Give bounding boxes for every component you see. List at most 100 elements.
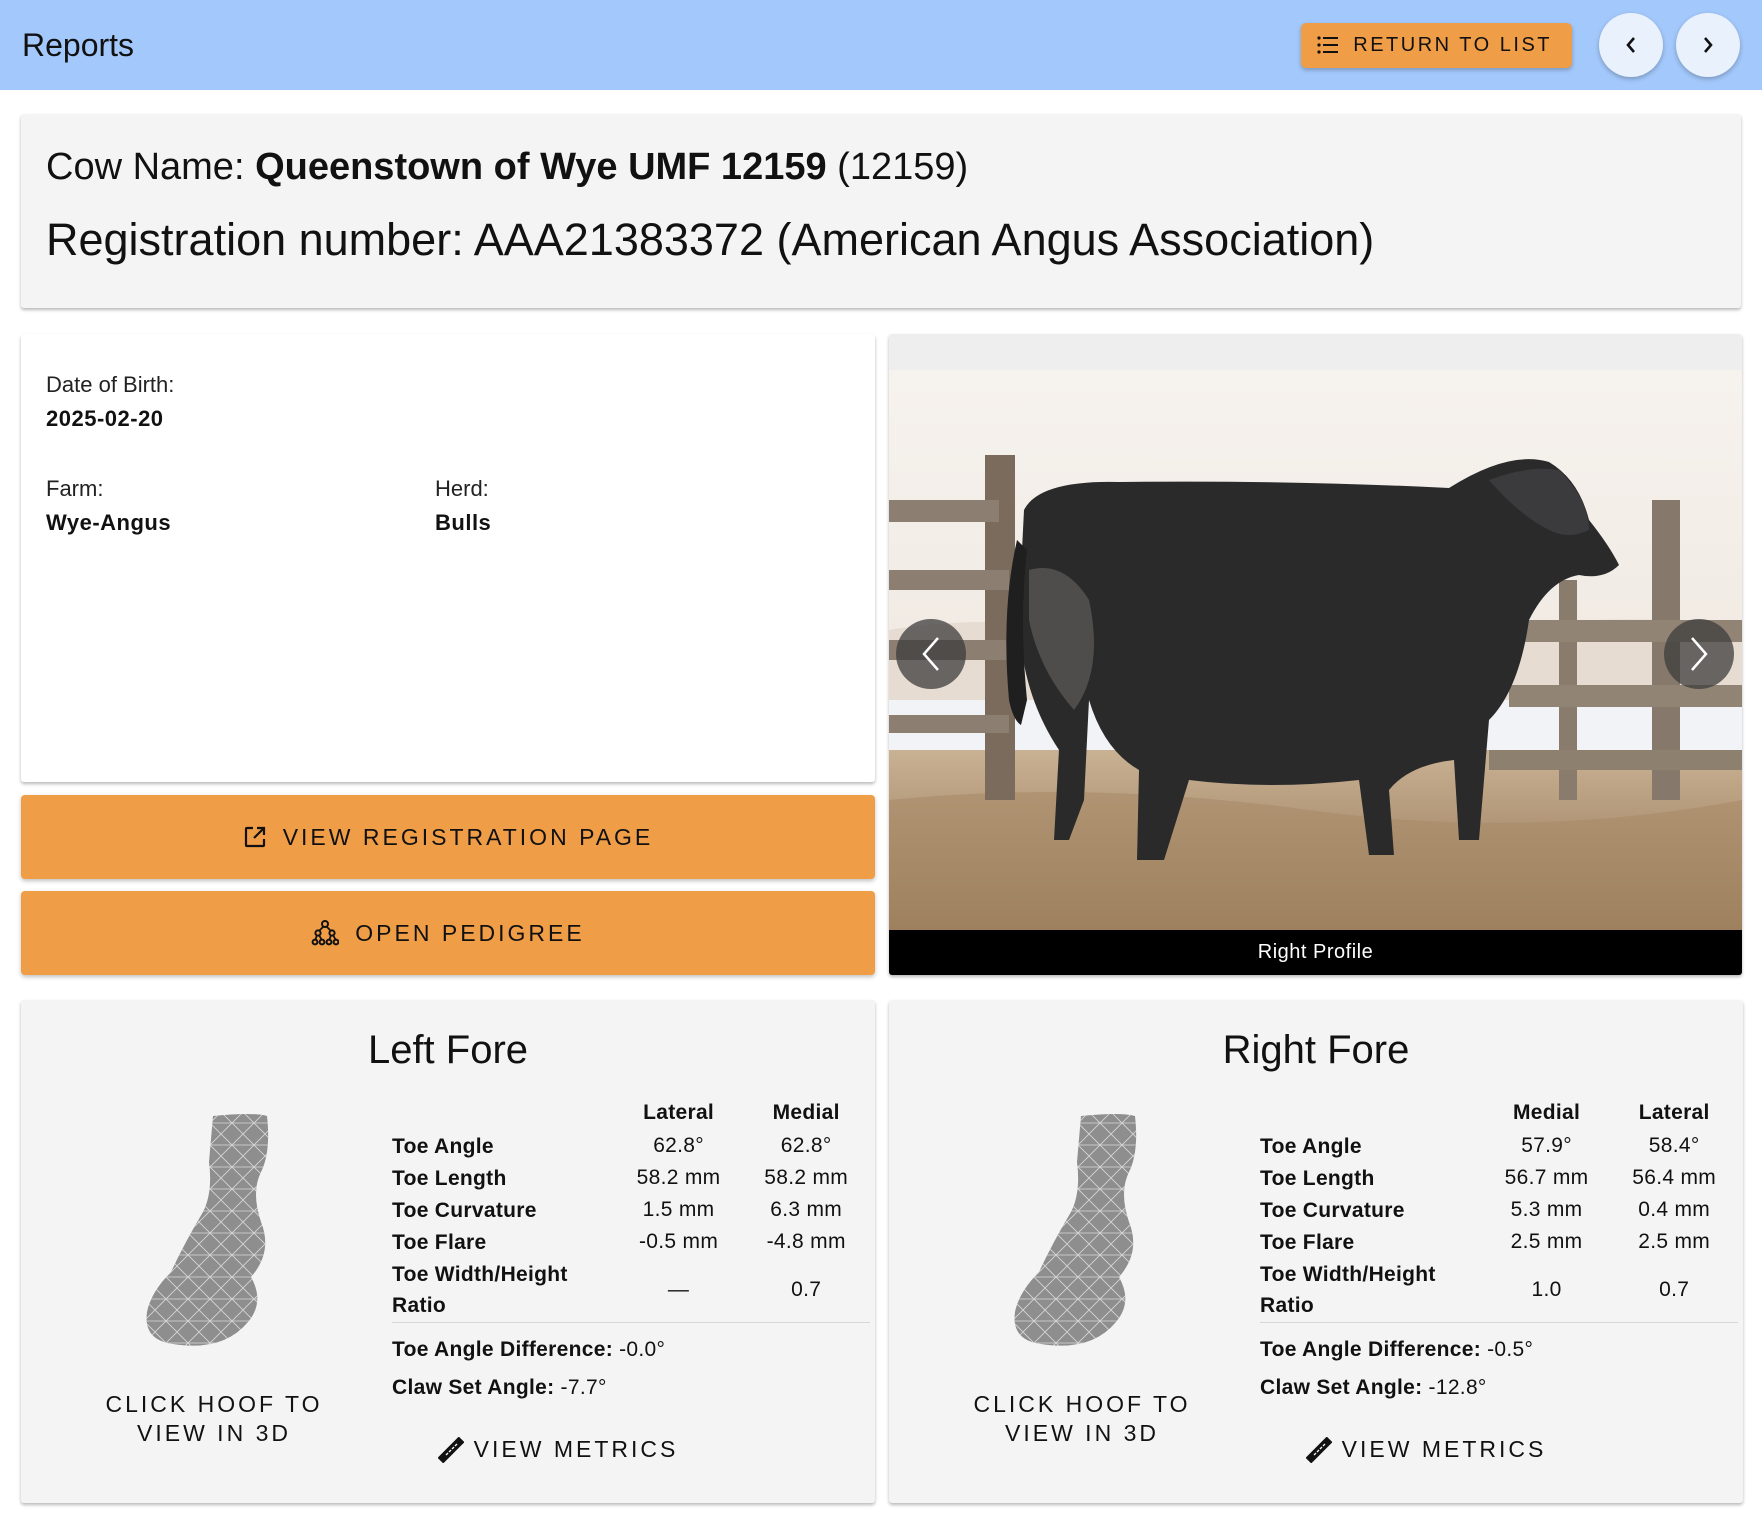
metric-value: 58.2 mm xyxy=(636,1166,721,1189)
carousel-prev-button[interactable] xyxy=(896,619,966,689)
chevron-left-icon xyxy=(1626,37,1635,53)
farm-label: Farm: xyxy=(46,476,104,501)
photo-carousel: Right Profile xyxy=(889,334,1742,975)
registration-number: Registration number: AAA21383372 (Americ… xyxy=(46,214,1375,265)
hoof-title: Right Fore xyxy=(1222,1028,1410,1072)
claw-set-angle-label: Claw Set Angle: xyxy=(392,1376,555,1399)
claw-set-angle: Claw Set Angle: -12.8° xyxy=(1260,1376,1487,1400)
metric-value: 6.3 mm xyxy=(770,1198,843,1221)
metric-label: Toe Angle xyxy=(392,1134,494,1158)
metric-value: 56.7 mm xyxy=(1504,1166,1589,1189)
chevron-right-icon xyxy=(1704,37,1713,53)
cow-name-prefix: Cow Name: xyxy=(46,146,256,188)
metric-value: 2.5 mm xyxy=(1510,1230,1583,1253)
column-header: Medial xyxy=(772,1101,840,1124)
family-tree-icon xyxy=(311,920,340,946)
cow-info-card: Date of Birth: 2025-02-20 Farm: Wye-Angu… xyxy=(21,334,875,782)
metric-value: 0.7 xyxy=(791,1277,822,1301)
table-row: Toe Angle 62.8° 62.8° xyxy=(392,1130,870,1162)
table-row: Toe Flare -0.5 mm -4.8 mm xyxy=(392,1226,870,1258)
metric-label: Toe Curvature xyxy=(392,1198,537,1222)
metric-value: 2.5 mm xyxy=(1638,1230,1711,1253)
view-registration-label: VIEW REGISTRATION PAGE xyxy=(282,823,654,850)
dob-label: Date of Birth: xyxy=(46,372,175,397)
metric-value: 57.9° xyxy=(1521,1134,1572,1157)
hoof-card-right-fore: Right Fore CLICK HOOF TO VIEW IN 3D Medi… xyxy=(889,1000,1743,1503)
open-pedigree-button[interactable]: OPEN PEDIGREE xyxy=(21,891,875,975)
metric-label: Toe Length xyxy=(392,1166,507,1190)
metric-value: 56.4 mm xyxy=(1632,1166,1717,1189)
metric-label: Toe Curvature xyxy=(1260,1198,1405,1222)
farm-field: Farm: Wye-Angus xyxy=(46,476,435,536)
ruler-icon xyxy=(437,1436,464,1463)
open-pedigree-label: OPEN PEDIGREE xyxy=(355,919,585,946)
metric-value: 0.7 xyxy=(1659,1277,1690,1301)
table-row: Toe Angle 57.9° 58.4° xyxy=(1260,1130,1738,1162)
photo-caption: Right Profile xyxy=(889,930,1742,975)
column-header: Lateral xyxy=(1638,1101,1710,1124)
toe-angle-difference-label: Toe Angle Difference: xyxy=(392,1338,613,1361)
hoof-card-left-fore: Left Fore CLICK HOOF TO VIEW IN 3D Later… xyxy=(21,1000,875,1503)
metric-label: Toe Width/Height Ratio xyxy=(392,1262,568,1317)
hoof-metrics-table: Medial Lateral Toe Angle 57.9° 58.4° Toe… xyxy=(1260,1096,1738,1323)
table-row: Toe Width/Height Ratio 1.0 0.7 xyxy=(1260,1258,1738,1322)
table-row: Toe Length 58.2 mm 58.2 mm xyxy=(392,1162,870,1194)
farm-value: Wye-Angus xyxy=(46,510,172,535)
table-header-row: Medial Lateral xyxy=(1260,1096,1738,1130)
table-row: Toe Width/Height Ratio — 0.7 xyxy=(392,1258,870,1322)
toe-angle-difference-label: Toe Angle Difference: xyxy=(1260,1338,1481,1361)
column-header-label xyxy=(392,1096,615,1130)
herd-label: Herd: xyxy=(435,476,489,501)
view-registration-page-button[interactable]: VIEW REGISTRATION PAGE xyxy=(21,795,875,879)
cow-header-card: Cow Name: Queenstown of Wye UMF 12159 (1… xyxy=(21,114,1741,308)
table-row: Toe Curvature 1.5 mm 6.3 mm xyxy=(392,1194,870,1226)
metric-value: -4.8 mm xyxy=(766,1230,846,1253)
return-to-list-label: RETURN TO LIST xyxy=(1353,33,1552,56)
claw-set-angle-value: -7.7° xyxy=(554,1376,607,1399)
metric-label: Toe Width/Height Ratio xyxy=(1260,1262,1436,1317)
hoof-metrics-table: Lateral Medial Toe Angle 62.8° 62.8° Toe… xyxy=(392,1096,870,1323)
view-metrics-label: VIEW METRICS xyxy=(1341,1436,1547,1462)
return-to-list-button[interactable]: RETURN TO LIST xyxy=(1301,22,1572,68)
table-row: Toe Flare 2.5 mm 2.5 mm xyxy=(1260,1226,1738,1258)
metric-label: Toe Flare xyxy=(1260,1230,1355,1254)
column-header: Lateral xyxy=(643,1101,715,1124)
metric-value: 62.8° xyxy=(780,1134,832,1157)
cow-id: (12159) xyxy=(826,146,969,188)
table-header-row: Lateral Medial xyxy=(392,1096,870,1130)
previous-record-button[interactable] xyxy=(1599,13,1663,77)
metric-label: Toe Flare xyxy=(392,1230,487,1254)
farm-herd-row: Farm: Wye-Angus Herd: Bulls xyxy=(46,476,850,536)
metric-value: 58.2 mm xyxy=(764,1166,849,1189)
hoof-3d-model[interactable] xyxy=(1001,1112,1161,1352)
column-header-label xyxy=(1260,1096,1483,1130)
cow-name-line: Cow Name: Queenstown of Wye UMF 12159 (1… xyxy=(46,142,1716,192)
next-record-button[interactable] xyxy=(1676,13,1740,77)
toe-angle-difference-value: -0.0° xyxy=(613,1338,666,1361)
metric-value: 58.4° xyxy=(1648,1134,1700,1157)
metric-value: -0.5 mm xyxy=(639,1230,719,1253)
metric-value: 0.4 mm xyxy=(1638,1198,1711,1221)
chevron-left-icon xyxy=(922,637,939,671)
toe-angle-difference: Toe Angle Difference: -0.0° xyxy=(392,1338,665,1362)
list-icon xyxy=(1317,36,1339,54)
claw-set-angle-value: -12.8° xyxy=(1422,1376,1487,1399)
metric-label: Toe Length xyxy=(1260,1166,1375,1190)
chevron-right-icon xyxy=(1691,637,1708,671)
column-header: Medial xyxy=(1513,1101,1581,1124)
ruler-icon xyxy=(1305,1436,1332,1463)
claw-set-angle: Claw Set Angle: -7.7° xyxy=(392,1376,607,1400)
metric-value: — xyxy=(667,1277,690,1301)
view-metrics-label: VIEW METRICS xyxy=(473,1436,679,1462)
view-metrics-button[interactable]: VIEW METRICS xyxy=(889,1436,1743,1463)
table-row: Toe Curvature 5.3 mm 0.4 mm xyxy=(1260,1194,1738,1226)
hoof-3d-model[interactable] xyxy=(133,1112,293,1352)
toe-angle-difference: Toe Angle Difference: -0.5° xyxy=(1260,1338,1533,1362)
herd-value: Bulls xyxy=(435,510,492,535)
carousel-next-button[interactable] xyxy=(1664,619,1734,689)
claw-set-angle-label: Claw Set Angle: xyxy=(1260,1376,1423,1399)
metric-value: 1.0 xyxy=(1531,1277,1562,1301)
dob-value: 2025-02-20 xyxy=(46,406,164,431)
metric-value: 5.3 mm xyxy=(1510,1198,1583,1221)
view-metrics-button[interactable]: VIEW METRICS xyxy=(21,1436,875,1463)
